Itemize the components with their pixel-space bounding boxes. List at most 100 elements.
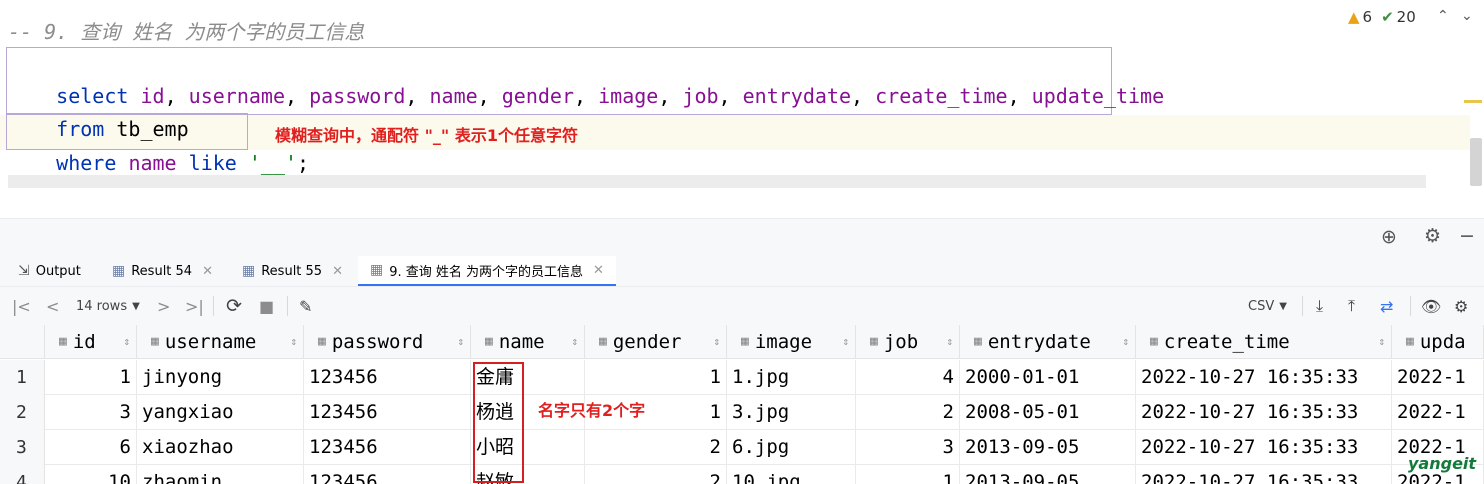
sort-icon[interactable]: ⇕ — [457, 335, 464, 348]
cell-job[interactable]: 2 — [856, 395, 960, 430]
download-icon[interactable]: ⤓ — [1316, 287, 1323, 325]
rows-count: 14 rows — [76, 298, 128, 314]
close-icon[interactable]: ✕ — [332, 264, 343, 279]
editor-horizontal-scrollbar[interactable] — [8, 175, 1426, 188]
sql-editor[interactable]: -- 9. 查询 姓名 为两个字的员工信息 select id, usernam… — [0, 0, 1484, 218]
last-page-icon[interactable]: >| — [185, 287, 204, 325]
cell-update-time[interactable]: 2022-1 — [1392, 395, 1484, 430]
sort-icon[interactable]: ⇕ — [571, 335, 578, 348]
prev-page-icon[interactable]: < — [46, 287, 59, 325]
row-number[interactable]: 4 — [0, 465, 45, 484]
row-number[interactable]: 2 — [0, 395, 45, 430]
column-header-id[interactable]: ▦ id ⇕ — [45, 325, 137, 359]
cell-password[interactable]: 123456 — [304, 360, 471, 395]
table-settings-icon[interactable]: ⚙ — [1454, 287, 1468, 325]
sql-line-from[interactable]: from tb_emp — [8, 84, 188, 141]
crosshair-icon[interactable]: ⊕ — [1381, 226, 1397, 248]
cell-username[interactable]: zhaomin — [137, 465, 304, 484]
column-header-job[interactable]: ▦ job ⇕ — [856, 325, 960, 359]
cell-job[interactable]: 1 — [856, 465, 960, 484]
tab-result-55[interactable]: ▦ Result 55 ✕ — [242, 256, 343, 286]
view-eye-icon[interactable]: 👁 — [1421, 287, 1441, 325]
cell-create-time[interactable]: 2022-10-27 16:35:33 — [1136, 465, 1392, 484]
cell-image[interactable]: 6.jpg — [727, 430, 856, 465]
next-page-icon[interactable]: > — [157, 287, 170, 325]
cell-gender[interactable]: 2 — [585, 465, 727, 484]
check-icon: ✔ — [1381, 8, 1394, 26]
close-icon[interactable]: ✕ — [593, 263, 604, 278]
table-icon: ▦ — [242, 263, 256, 279]
cell-job[interactable]: 4 — [856, 360, 960, 395]
column-header-username[interactable]: ▦ username ⇕ — [137, 325, 304, 359]
sort-icon[interactable]: ⇕ — [290, 335, 297, 348]
pin-icon[interactable]: ✎ — [299, 287, 312, 325]
cell-image[interactable]: 10.jpg — [727, 465, 856, 484]
minimize-icon[interactable]: − — [1459, 225, 1475, 247]
cell-entrydate[interactable]: 2000-01-01 — [960, 360, 1136, 395]
cell-create-time[interactable]: 2022-10-27 16:35:33 — [1136, 360, 1392, 395]
settings-gear-icon[interactable]: ⚙ — [1424, 225, 1441, 247]
tab-query-9[interactable]: ▦ 9. 查询 姓名 为两个字的员工信息 ✕ — [358, 256, 616, 286]
tab-result-54[interactable]: ▦ Result 54 ✕ — [112, 256, 213, 286]
services-panel-header: ⊕ ⚙ − — [0, 218, 1484, 257]
column-icon: ▦ — [870, 334, 878, 349]
next-highlight-icon[interactable]: ⌄ — [1461, 8, 1473, 24]
wildcard-annotation: 模糊查询中，通配符 "_" 表示1个任意字符 — [275, 126, 578, 145]
upload-icon[interactable]: ⤒ — [1348, 287, 1355, 325]
cell-username[interactable]: yangxiao — [137, 395, 304, 430]
row-number[interactable]: 1 — [0, 360, 45, 395]
column-header-create-time[interactable]: ▦ create_time ⇕ — [1136, 325, 1392, 359]
cell-entrydate[interactable]: 2013-09-05 — [960, 465, 1136, 484]
cell-entrydate[interactable]: 2013-09-05 — [960, 430, 1136, 465]
warning-stripe-marker[interactable] — [1464, 100, 1482, 103]
cell-id[interactable]: 1 — [45, 360, 137, 395]
cell-password[interactable]: 123456 — [304, 465, 471, 484]
close-icon[interactable]: ✕ — [202, 264, 213, 279]
sort-icon[interactable]: ⇕ — [713, 335, 720, 348]
sort-icon[interactable]: ⇕ — [946, 335, 953, 348]
cell-id[interactable]: 6 — [45, 430, 137, 465]
prev-highlight-icon[interactable]: ⌃ — [1437, 8, 1449, 24]
result-grid[interactable]: ▦ id ⇕ ▦ username ⇕ ▦ password ⇕ ▦ name ⇕ ▦ gende… — [0, 325, 1484, 484]
keyword-like: like — [188, 151, 237, 175]
cell-id[interactable]: 3 — [45, 395, 137, 430]
row-number[interactable]: 3 — [0, 430, 45, 465]
sql-line-where[interactable]: where name like '__'; — [8, 118, 309, 180]
sort-icon[interactable]: ⇕ — [1122, 335, 1129, 348]
first-page-icon[interactable]: |< — [12, 287, 31, 325]
stop-icon[interactable]: ■ — [259, 287, 274, 325]
cell-gender[interactable]: 1 — [585, 360, 727, 395]
sort-icon[interactable]: ⇕ — [842, 335, 849, 348]
tab-output[interactable]: ⇲ Output — [18, 256, 81, 286]
column-icon: ▦ — [741, 334, 749, 349]
cell-id[interactable]: 10 — [45, 465, 137, 484]
refresh-icon[interactable]: ⟳ — [226, 287, 242, 325]
column-header-password[interactable]: ▦ password ⇕ — [304, 325, 471, 359]
cell-create-time[interactable]: 2022-10-27 16:35:33 — [1136, 430, 1392, 465]
cell-job[interactable]: 3 — [856, 430, 960, 465]
cell-update-time[interactable]: 2022-1 — [1392, 360, 1484, 395]
compare-icon[interactable]: ⇄ — [1380, 287, 1393, 325]
cell-image[interactable]: 3.jpg — [727, 395, 856, 430]
cell-entrydate[interactable]: 2008-05-01 — [960, 395, 1136, 430]
column-header-image[interactable]: ▦ image ⇕ — [727, 325, 856, 359]
export-format-selector[interactable]: CSV ▼ — [1248, 287, 1287, 325]
sort-icon[interactable]: ⇕ — [123, 335, 130, 348]
column-header-name[interactable]: ▦ name ⇕ — [471, 325, 585, 359]
inspection-widget[interactable]: ▲ 6 ✔ 20 — [1348, 8, 1416, 26]
column-header-gender[interactable]: ▦ gender ⇕ — [585, 325, 727, 359]
cell-image[interactable]: 1.jpg — [727, 360, 856, 395]
cell-create-time[interactable]: 2022-10-27 16:35:33 — [1136, 395, 1392, 430]
editor-vertical-scrollbar[interactable] — [1470, 138, 1482, 186]
cell-password[interactable]: 123456 — [304, 430, 471, 465]
cell-username[interactable]: jinyong — [137, 360, 304, 395]
cell-username[interactable]: xiaozhao — [137, 430, 304, 465]
cell-password[interactable]: 123456 — [304, 395, 471, 430]
cell-gender[interactable]: 2 — [585, 430, 727, 465]
sql-line-select[interactable]: select id, username, password, name, gen… — [8, 51, 1164, 108]
column-header-entrydate[interactable]: ▦ entrydate ⇕ — [960, 325, 1136, 359]
column-header-update-time[interactable]: ▦ upda — [1392, 325, 1484, 359]
header-label: entrydate — [987, 330, 1091, 353]
rows-selector[interactable]: 14 rows ▼ — [76, 287, 140, 325]
sort-icon[interactable]: ⇕ — [1378, 335, 1385, 348]
